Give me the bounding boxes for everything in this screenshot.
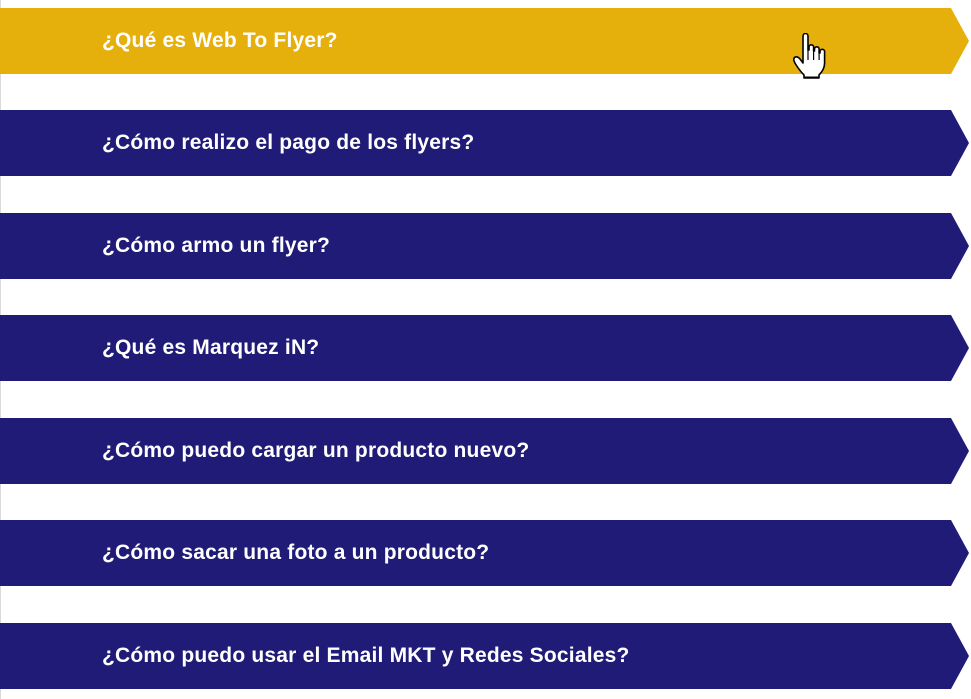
faq-item-label: ¿Cómo armo un flyer?	[102, 234, 331, 257]
faq-item-label: ¿Cómo puedo usar el Email MKT y Redes So…	[102, 644, 630, 667]
faq-item-label: ¿Qué es Web To Flyer?	[102, 29, 338, 52]
faq-item-como-cargar-producto[interactable]: ¿Cómo puedo cargar un producto nuevo?	[0, 418, 969, 484]
faq-item-como-sacar-foto[interactable]: ¿Cómo sacar una foto a un producto?	[0, 520, 969, 586]
faq-item-label: ¿Qué es Marquez iN?	[102, 336, 320, 359]
faq-list: ¿Qué es Web To Flyer? ¿Cómo realizo el p…	[0, 0, 971, 699]
faq-item-label: ¿Cómo puedo cargar un producto nuevo?	[102, 439, 530, 462]
hand-pointer-icon	[792, 33, 826, 79]
faq-item-label: ¿Cómo sacar una foto a un producto?	[102, 541, 490, 564]
faq-item-como-armo-un-flyer[interactable]: ¿Cómo armo un flyer?	[0, 213, 969, 279]
faq-item-que-es-marquez-in[interactable]: ¿Qué es Marquez iN?	[0, 315, 969, 381]
faq-item-como-realizo-el-pago[interactable]: ¿Cómo realizo el pago de los flyers?	[0, 110, 969, 176]
faq-item-label: ¿Cómo realizo el pago de los flyers?	[102, 131, 475, 154]
faq-item-email-mkt-redes[interactable]: ¿Cómo puedo usar el Email MKT y Redes So…	[0, 623, 969, 689]
